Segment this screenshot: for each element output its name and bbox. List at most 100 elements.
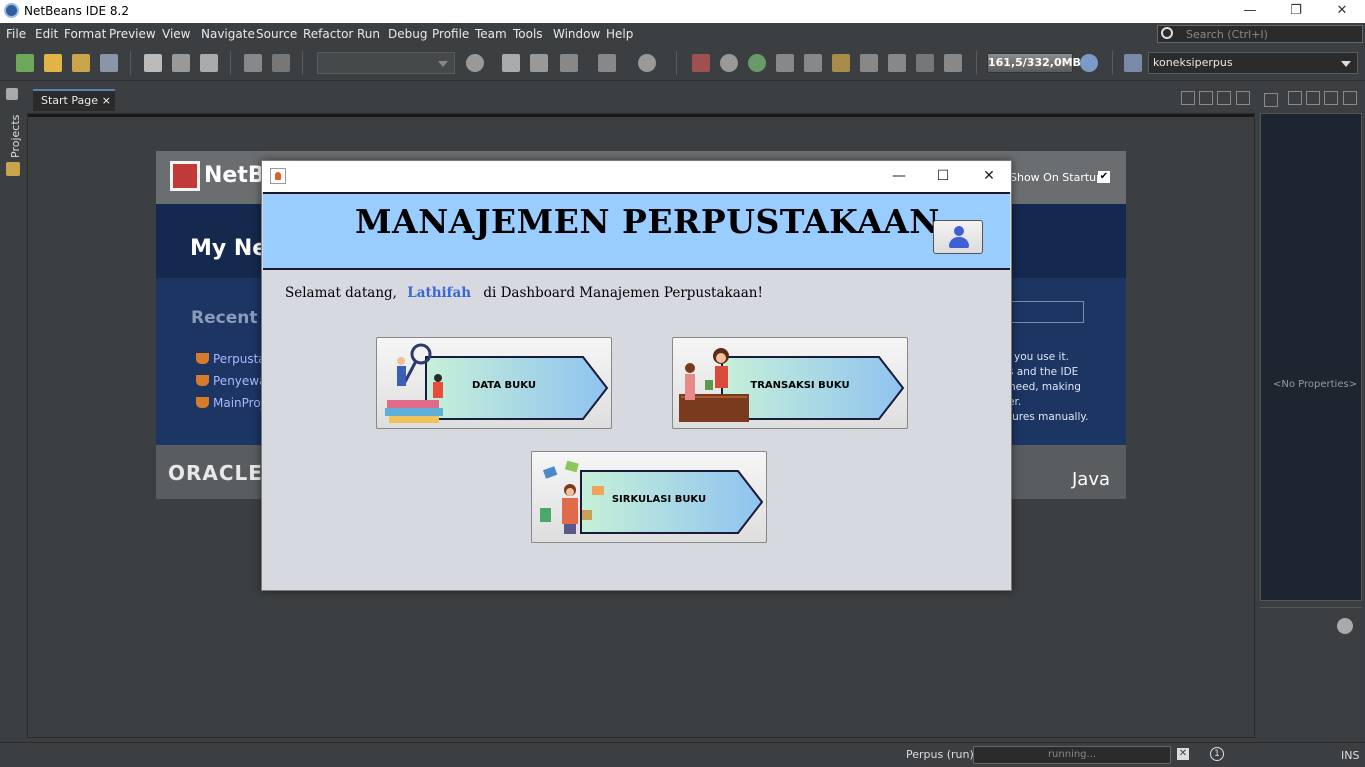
tab-list-icon[interactable] bbox=[1217, 91, 1231, 105]
step-into-icon[interactable] bbox=[832, 54, 850, 72]
run-project-icon[interactable] bbox=[560, 54, 578, 72]
menu-view[interactable]: View bbox=[162, 27, 190, 41]
tab-list-icon[interactable] bbox=[1324, 91, 1338, 105]
apply-code-changes-icon[interactable] bbox=[916, 54, 934, 72]
run-to-cursor-icon[interactable] bbox=[888, 54, 906, 72]
cancel-task-icon[interactable]: ✕ bbox=[1177, 748, 1189, 760]
netbeans-app-icon bbox=[4, 3, 19, 18]
profile-project-icon[interactable] bbox=[638, 54, 656, 72]
help-indicator-icon[interactable] bbox=[1337, 618, 1353, 634]
chevron-down-icon bbox=[438, 61, 448, 67]
recent-project-link[interactable]: Penyewa bbox=[213, 374, 266, 388]
status-bar: Perpus (run) running... ✕ 1 INS bbox=[0, 742, 1365, 767]
build-hammer-icon[interactable] bbox=[502, 54, 520, 72]
continue-icon[interactable] bbox=[748, 54, 766, 72]
projects-icon[interactable] bbox=[6, 162, 20, 176]
chevron-down-icon bbox=[1341, 61, 1351, 67]
menu-navigate[interactable]: Navigate bbox=[201, 27, 255, 41]
menu-preview[interactable]: Preview bbox=[109, 27, 156, 41]
copy-icon[interactable] bbox=[172, 54, 190, 72]
projects-panel-tab[interactable]: Projects bbox=[9, 115, 22, 158]
close-button[interactable]: ✕ bbox=[1319, 0, 1365, 23]
minimize-button[interactable]: — bbox=[1227, 0, 1273, 23]
library-dashboard-window: — ☐ ✕ MANAJEMEN PERPUSTAKAAN Selamat dat… bbox=[261, 160, 1012, 591]
step-over-icon[interactable] bbox=[776, 54, 794, 72]
info-text: you use it. bbox=[1014, 351, 1069, 363]
minimize-panel-icon[interactable] bbox=[6, 88, 18, 100]
menu-debug[interactable]: Debug bbox=[388, 27, 427, 41]
restore-button[interactable]: ❐ bbox=[1273, 0, 1319, 23]
step-over-expression-icon[interactable] bbox=[804, 54, 822, 72]
scroll-left-icon[interactable] bbox=[1181, 91, 1195, 105]
pause-icon[interactable] bbox=[720, 54, 738, 72]
dialog-close-button[interactable]: ✕ bbox=[966, 161, 1012, 192]
scroll-right-icon[interactable] bbox=[1306, 91, 1320, 105]
user-icon bbox=[954, 226, 964, 236]
quick-search-box[interactable]: Search (Ctrl+I) bbox=[1157, 25, 1363, 43]
step-out-icon[interactable] bbox=[860, 54, 878, 72]
recent-projects-heading: Recent bbox=[191, 308, 258, 328]
menu-source[interactable]: Source bbox=[256, 27, 297, 41]
menu-format[interactable]: Format bbox=[64, 27, 106, 41]
maximize-icon[interactable] bbox=[1343, 91, 1357, 105]
globe-icon[interactable] bbox=[466, 54, 484, 72]
cut-icon[interactable] bbox=[144, 54, 162, 72]
java-cup-icon bbox=[270, 168, 286, 184]
recent-project-link[interactable]: MainProj bbox=[213, 396, 264, 410]
take-snapshot-icon[interactable] bbox=[944, 54, 962, 72]
undo-icon[interactable] bbox=[244, 54, 262, 72]
stop-icon[interactable] bbox=[692, 54, 710, 72]
paste-icon[interactable] bbox=[200, 54, 218, 72]
properties-panel: <No Properties> bbox=[1260, 87, 1362, 739]
start-page-field[interactable] bbox=[1006, 301, 1084, 323]
tab-start-page[interactable]: Start Page × bbox=[33, 89, 115, 111]
data-buku-label: DATA BUKU bbox=[472, 380, 536, 391]
clean-build-icon[interactable] bbox=[530, 54, 548, 72]
redo-icon[interactable] bbox=[272, 54, 290, 72]
tab-start-page-label: Start Page bbox=[41, 94, 98, 107]
new-file-icon[interactable] bbox=[16, 54, 34, 72]
close-tab-icon[interactable]: × bbox=[102, 94, 111, 107]
netbeans-logo-icon bbox=[170, 161, 200, 191]
menu-edit[interactable]: Edit bbox=[35, 27, 58, 41]
my-netbeans-title: My Ne bbox=[190, 236, 268, 261]
debug-project-icon[interactable] bbox=[598, 54, 616, 72]
memory-indicator[interactable]: 161,5/332,0MB bbox=[987, 53, 1081, 73]
info-text: tures manually. bbox=[1008, 411, 1089, 423]
project-config-icon bbox=[1124, 54, 1142, 72]
notifications-icon[interactable]: 1 bbox=[1210, 747, 1224, 761]
sirkulasi-buku-button[interactable]: SIRKULASI BUKU bbox=[531, 451, 767, 543]
scroll-right-icon[interactable] bbox=[1199, 91, 1213, 105]
main-toolbar: 161,5/332,0MB koneksiperpus bbox=[0, 45, 1365, 81]
menu-window[interactable]: Window bbox=[553, 27, 600, 41]
maximize-icon[interactable] bbox=[1236, 91, 1250, 105]
dialog-maximize-button[interactable]: ☐ bbox=[920, 161, 966, 192]
menu-run[interactable]: Run bbox=[357, 27, 380, 41]
data-buku-button[interactable]: DATA BUKU bbox=[376, 337, 612, 429]
search-placeholder: Search (Ctrl+I) bbox=[1186, 28, 1268, 41]
properties-icon[interactable] bbox=[1264, 93, 1278, 107]
menu-team[interactable]: Team bbox=[475, 27, 507, 41]
java-logo: Java bbox=[1072, 469, 1111, 490]
open-project-icon[interactable] bbox=[72, 54, 90, 72]
properties-content: <No Properties> bbox=[1260, 113, 1362, 601]
menu-file[interactable]: File bbox=[6, 27, 26, 41]
recent-project-link[interactable]: Perpusta bbox=[213, 352, 266, 366]
menu-tools[interactable]: Tools bbox=[513, 27, 543, 41]
show-on-startup-checkbox[interactable]: ✔ bbox=[1098, 171, 1110, 183]
project-selector[interactable]: koneksiperpus bbox=[1148, 52, 1358, 74]
user-profile-button[interactable] bbox=[933, 220, 983, 254]
menu-help[interactable]: Help bbox=[606, 27, 633, 41]
gc-icon[interactable] bbox=[1080, 54, 1098, 72]
dialog-minimize-button[interactable]: — bbox=[876, 161, 922, 192]
scroll-left-icon[interactable] bbox=[1288, 91, 1302, 105]
configuration-combo[interactable] bbox=[317, 52, 455, 74]
left-side-strip: Projects bbox=[0, 82, 26, 742]
menu-profile[interactable]: Profile bbox=[432, 27, 469, 41]
dashboard-title: MANAJEMEN PERPUSTAKAAN bbox=[355, 202, 940, 241]
transaksi-buku-button[interactable]: TRANSAKSI BUKU bbox=[672, 337, 908, 429]
save-all-icon[interactable] bbox=[100, 54, 118, 72]
new-project-icon[interactable] bbox=[44, 54, 62, 72]
java-project-icon bbox=[196, 353, 209, 364]
menu-refactor[interactable]: Refactor bbox=[303, 27, 353, 41]
